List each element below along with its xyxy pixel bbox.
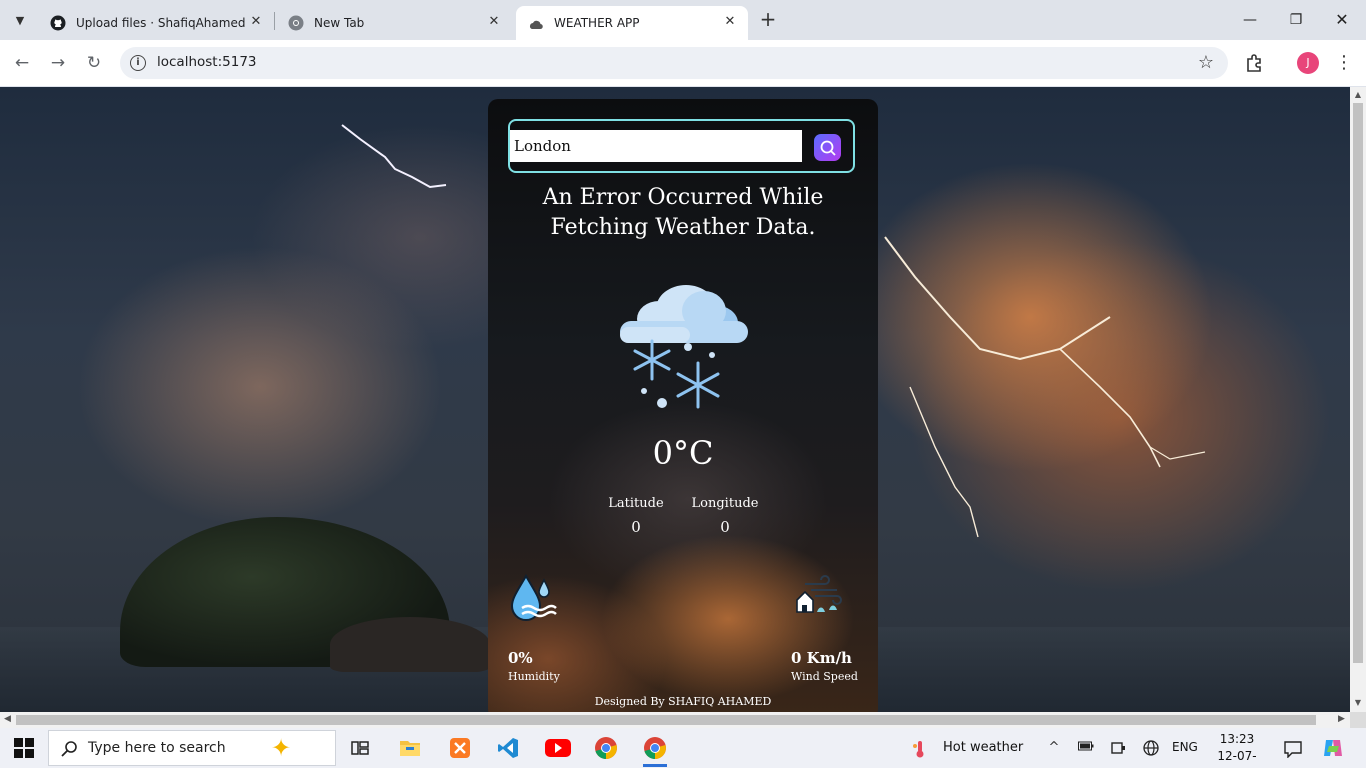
- designer-credit: Designed By SHAFIQ AHAMED: [594, 695, 772, 708]
- weather-favicon: [528, 15, 544, 31]
- tab-new-tab[interactable]: New Tab ✕: [276, 6, 512, 40]
- site-info-icon[interactable]: i: [130, 55, 146, 71]
- bookmark-star-icon[interactable]: ☆: [1198, 52, 1214, 73]
- menu-icon[interactable]: ⋮: [1334, 51, 1354, 75]
- humidity-block: 0% Humidity: [508, 573, 560, 683]
- close-tab-icon[interactable]: ✕: [722, 14, 738, 30]
- tab-label: WEATHER APP: [554, 16, 640, 30]
- weather-widget-text[interactable]: Hot weather: [943, 740, 1023, 755]
- vscode-icon[interactable]: [492, 732, 524, 764]
- taskbar-search-box[interactable]: Type here to search ✦: [48, 730, 336, 766]
- notifications-icon[interactable]: [1284, 740, 1302, 759]
- network-globe-icon[interactable]: [1143, 740, 1159, 756]
- browser-tab-strip: ▼ Upload files · ShafiqAhamed786 ✕ New T…: [0, 0, 1366, 40]
- tab-label: Upload files · ShafiqAhamed786: [76, 16, 246, 30]
- close-tab-icon[interactable]: ✕: [486, 14, 502, 30]
- search-button[interactable]: [814, 134, 841, 161]
- tab-upload-files[interactable]: Upload files · ShafiqAhamed786 ✕: [38, 6, 274, 40]
- windows-start-icon[interactable]: [14, 738, 34, 758]
- xampp-icon[interactable]: [444, 732, 476, 764]
- humidity-label: Humidity: [508, 670, 560, 683]
- scroll-right-icon[interactable]: ▶: [1338, 714, 1345, 724]
- city-search-input[interactable]: [510, 130, 802, 162]
- youtube-icon[interactable]: [542, 732, 574, 764]
- extensions-icon[interactable]: [1244, 52, 1266, 74]
- weather-card: An Error Occurred While Fetching Weather…: [488, 99, 878, 712]
- restore-icon[interactable]: ❐: [1284, 8, 1308, 32]
- system-clock[interactable]: 13:23 12-07-2024: [1205, 731, 1269, 768]
- new-tab-button[interactable]: +: [758, 9, 778, 29]
- tab-weather-app[interactable]: WEATHER APP ✕: [516, 6, 748, 40]
- wind-label: Wind Speed: [791, 670, 858, 683]
- scroll-down-icon[interactable]: ▼: [1353, 698, 1363, 707]
- browser-toolbar: ← → ↻ i localhost:5173 ☆ J ⋮: [0, 40, 1366, 86]
- tab-separator: [274, 12, 275, 30]
- horizontal-scroll-thumb[interactable]: [16, 715, 1316, 725]
- tab-label: New Tab: [314, 16, 365, 30]
- latitude-label: Latitude: [608, 496, 664, 511]
- copilot-icon[interactable]: [1322, 737, 1344, 759]
- reload-icon[interactable]: ↻: [82, 51, 106, 75]
- longitude-value: 0: [720, 518, 730, 536]
- task-view-icon[interactable]: [344, 732, 376, 764]
- github-icon: [50, 15, 66, 31]
- temperature: 0°C: [652, 434, 714, 472]
- chevron-up-icon[interactable]: ^: [1046, 740, 1062, 756]
- minimize-icon[interactable]: —: [1238, 8, 1262, 32]
- scroll-up-icon[interactable]: ▲: [1353, 90, 1363, 99]
- longitude-label: Longitude: [691, 496, 759, 511]
- search-icon: [820, 140, 836, 156]
- chrome-icon: [288, 15, 304, 31]
- taskbar-search-placeholder: Type here to search: [88, 740, 226, 756]
- scroll-corner: [1350, 712, 1366, 728]
- chrome-taskbar-icon-active[interactable]: [639, 732, 671, 767]
- thermometer-icon[interactable]: [912, 740, 928, 758]
- language-indicator[interactable]: ENG: [1172, 740, 1198, 754]
- longitude-block: Longitude 0: [675, 496, 775, 536]
- search-bar: [508, 119, 855, 173]
- vertical-scroll-thumb[interactable]: [1353, 103, 1363, 663]
- tab-search-button[interactable]: ▼: [8, 8, 32, 32]
- profile-avatar[interactable]: J: [1297, 52, 1319, 74]
- clock-date: 12-07-2024: [1217, 749, 1257, 768]
- chrome-taskbar-icon[interactable]: [590, 732, 622, 764]
- url-text[interactable]: localhost:5173: [157, 54, 257, 70]
- sparkle-icon: ✦: [271, 734, 292, 762]
- latitude-block: Latitude 0: [586, 496, 686, 536]
- snow-icon: [620, 285, 748, 409]
- wind-block: 0 Km/h Wind Speed: [791, 574, 858, 683]
- file-explorer-icon[interactable]: [394, 732, 426, 764]
- wind-icon: [796, 575, 842, 613]
- back-icon[interactable]: ←: [10, 51, 34, 75]
- search-icon: [61, 741, 77, 757]
- horizontal-scrollbar[interactable]: ◀ ▶: [0, 712, 1350, 728]
- clock-time: 13:23: [1219, 732, 1255, 746]
- close-tab-icon[interactable]: ✕: [248, 14, 264, 30]
- scroll-left-icon[interactable]: ◀: [4, 714, 11, 724]
- windows-taskbar: Type here to search ✦ Hot weather ^ ENG …: [0, 728, 1366, 768]
- latitude-value: 0: [631, 518, 641, 536]
- wind-value: 0 Km/h: [791, 649, 852, 667]
- page-background: An Error Occurred While Fetching Weather…: [0, 87, 1350, 712]
- battery-icon[interactable]: [1078, 740, 1094, 756]
- humidity-value: 0%: [508, 649, 533, 667]
- humidity-icon: [510, 573, 557, 621]
- address-bar[interactable]: i localhost:5173 ☆: [120, 47, 1228, 79]
- forward-icon[interactable]: →: [46, 51, 70, 75]
- device-icon[interactable]: [1110, 740, 1126, 756]
- close-window-icon[interactable]: ✕: [1330, 8, 1354, 32]
- vertical-scrollbar[interactable]: ▲ ▼: [1350, 87, 1366, 712]
- error-message: An Error Occurred While Fetching Weather…: [542, 185, 824, 240]
- island-rock: [330, 617, 490, 672]
